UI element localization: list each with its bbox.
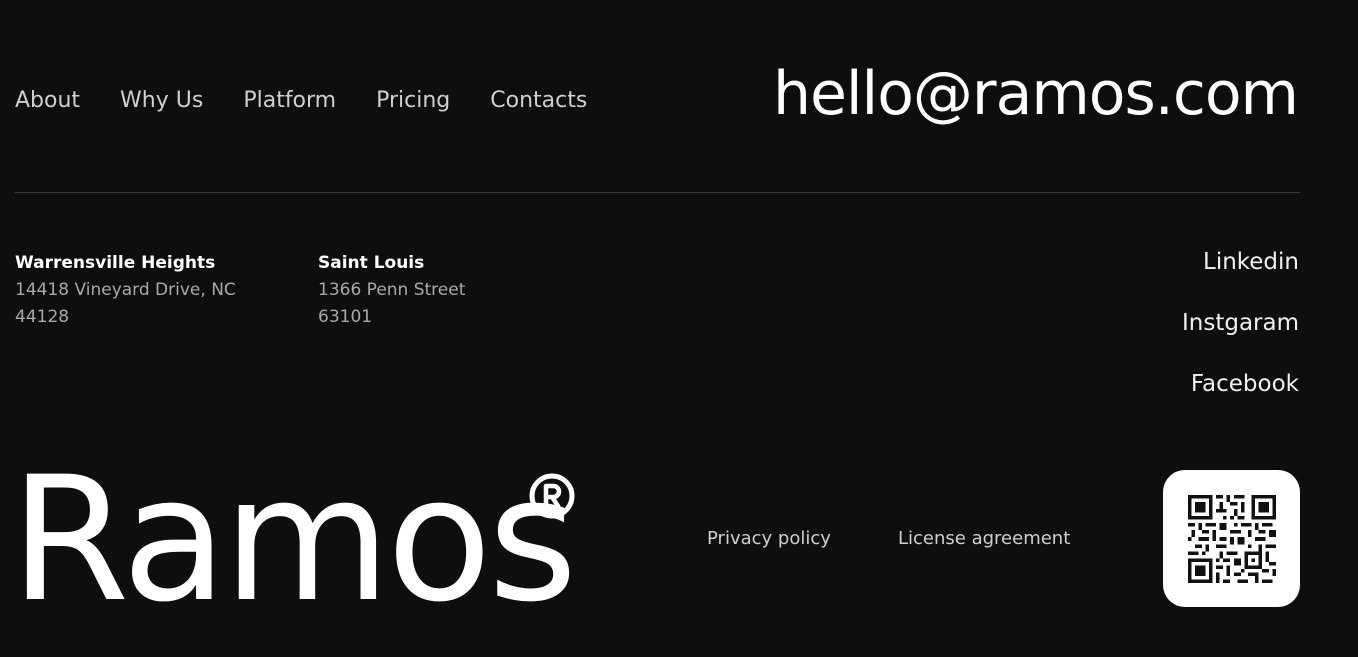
address-block-warrensville: Warrensville Heights 14418 Vineyard Driv… xyxy=(15,250,236,331)
footer-nav: About Why Us Platform Pricing Contacts xyxy=(15,88,587,113)
license-agreement-link[interactable]: License agreement xyxy=(898,528,1070,549)
nav-link-why-us[interactable]: Why Us xyxy=(120,88,203,113)
social-link-facebook[interactable]: Facebook xyxy=(1191,370,1299,398)
social-link-instagram[interactable]: Instgaram xyxy=(1182,309,1299,337)
social-links: Linkedin Instgaram Facebook xyxy=(1182,248,1299,398)
address-city: Warrensville Heights xyxy=(15,253,216,273)
address-city: Saint Louis xyxy=(318,253,425,273)
address-street: 1366 Penn Street xyxy=(318,280,466,300)
nav-link-platform[interactable]: Platform xyxy=(243,88,336,113)
social-link-linkedin[interactable]: Linkedin xyxy=(1203,248,1299,276)
privacy-policy-link[interactable]: Privacy policy xyxy=(707,528,831,549)
brand-logo-wordmark: Ramos xyxy=(10,439,578,640)
address-zip: 44128 xyxy=(15,307,70,327)
nav-link-pricing[interactable]: Pricing xyxy=(376,88,450,113)
qr-code-icon xyxy=(1187,494,1276,583)
address-block-saint-louis: Saint Louis 1366 Penn Street 63101 xyxy=(318,250,465,331)
address-zip: 63101 xyxy=(318,307,373,327)
nav-link-about[interactable]: About xyxy=(15,88,80,113)
qr-code-card[interactable] xyxy=(1163,470,1300,607)
footer-divider xyxy=(15,192,1300,193)
nav-link-contacts[interactable]: Contacts xyxy=(490,88,587,113)
contact-email-link[interactable]: hello@ramos.com xyxy=(773,64,1299,124)
address-street: 14418 Vineyard Drive, NC xyxy=(15,280,236,300)
site-footer: About Why Us Platform Pricing Contacts h… xyxy=(0,0,1358,657)
registered-trademark-icon xyxy=(529,473,575,519)
